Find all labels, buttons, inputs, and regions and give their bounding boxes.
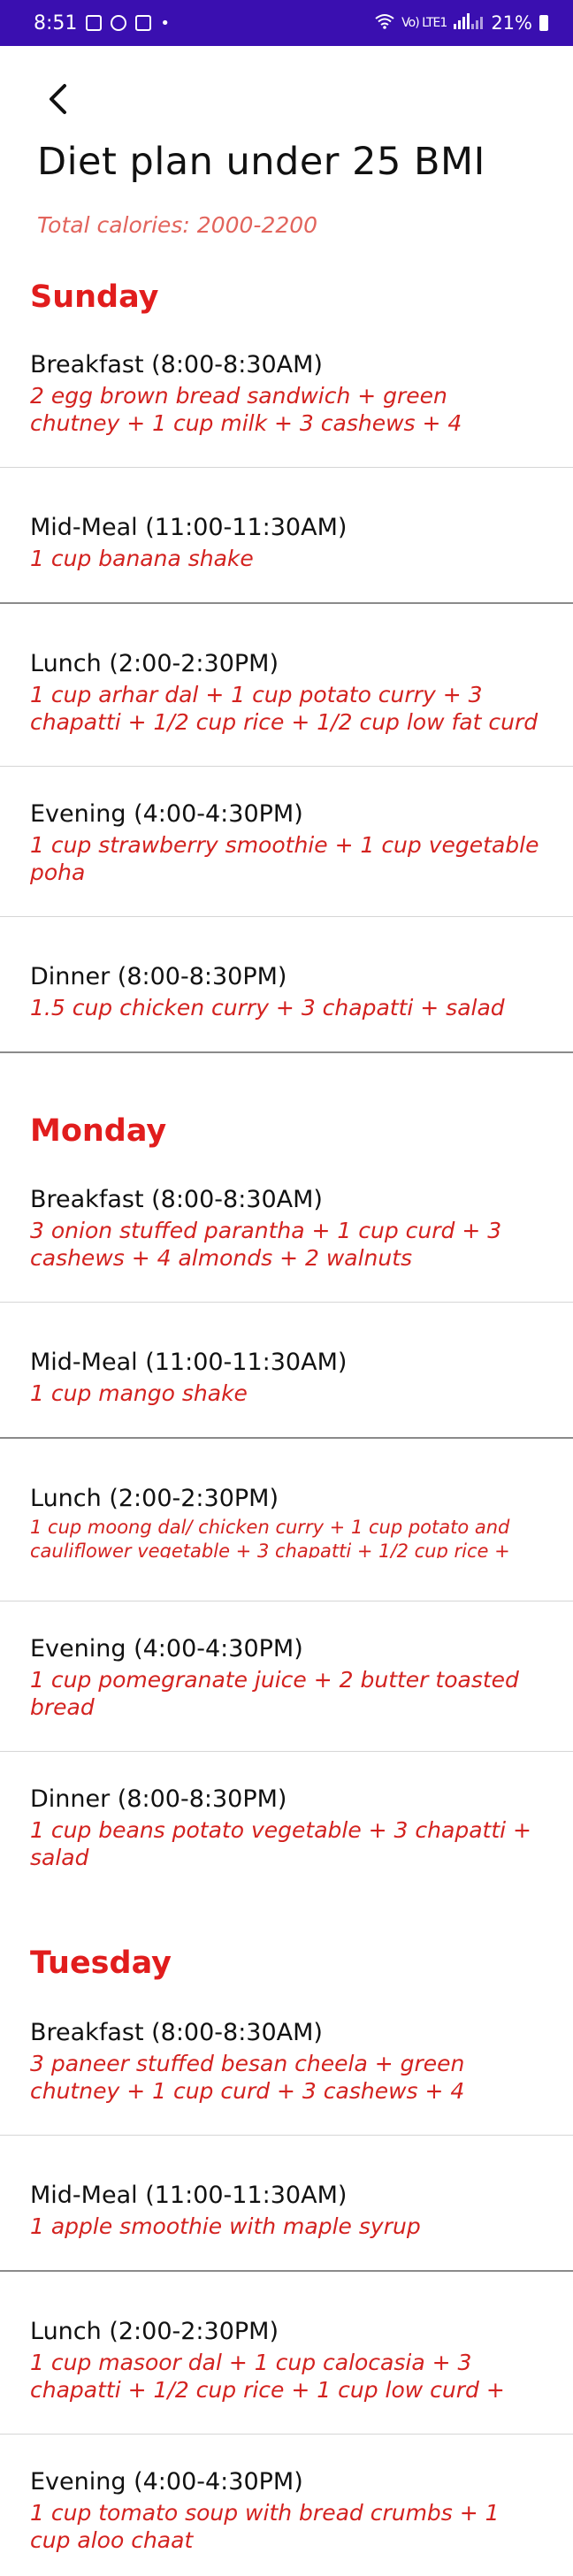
meal-title: Lunch (2:00-2:30PM) [30,650,279,677]
status-time: 8:51 [34,11,78,34]
divider [0,1051,573,1053]
instagram-icon [135,15,152,31]
meal-description: 1 cup arhar dal + 1 cup potato curry + 3… [30,682,539,735]
meal-title: Mid-Meal (11:00-11:30AM) [30,1349,348,1376]
meal-item[interactable]: Lunch (2:00-2:30PM) 1 cup moong dal/ chi… [0,1484,573,1558]
status-right: Vo) LTE1 21% [375,12,548,34]
meal-description: 1 cup banana shake [30,546,254,571]
meal-description: 1 cup pomegranate juice + 2 butter toast… [30,1667,519,1720]
divider [0,916,573,917]
meal-description: 1 cup masoor dal + 1 cup calocasia + 3 c… [30,2350,505,2403]
meal-item[interactable]: Lunch (2:00-2:30PM) 1 cup arhar dal + 1 … [0,649,573,736]
meal-item[interactable]: Mid-Meal (11:00-11:30AM) 1 cup banana sh… [0,513,573,572]
meal-item[interactable]: Breakfast (8:00-8:30AM) 3 onion stuffed … [0,1185,573,1272]
meal-description: 3 paneer stuffed besan cheela + green ch… [30,2051,465,2104]
meal-description: 1 cup beans potato vegetable + 3 chapatt… [30,1817,531,1870]
signal-icon [454,12,484,34]
page-title: Diet plan under 25 BMI [37,140,485,184]
meal-title: Lunch (2:00-2:30PM) [30,2318,279,2345]
meal-title: Lunch (2:00-2:30PM) [30,1485,279,1512]
meal-description: 1 cup strawberry smoothie + 1 cup vegeta… [30,832,539,885]
meal-title: Mid-Meal (11:00-11:30AM) [30,514,348,541]
divider [0,1437,573,1439]
divider [0,2270,573,2272]
status-bar: 8:51 • Vo) LTE1 21% [0,0,573,46]
notification-dot: • [160,13,171,33]
day-heading-sunday: Sunday [30,279,159,315]
divider [0,2135,573,2136]
meal-item[interactable]: Lunch (2:00-2:30PM) 1 cup masoor dal + 1… [0,2317,573,2404]
back-button[interactable] [42,81,74,117]
back-arrow-icon [50,84,66,114]
meal-item[interactable]: Breakfast (8:00-8:30AM) 2 egg brown brea… [0,350,573,437]
meal-title: Breakfast (8:00-8:30AM) [30,351,323,378]
divider [0,1302,573,1303]
meal-description: 2 egg brown bread sandwich + green chutn… [30,383,462,436]
meal-item[interactable]: Dinner (8:00-8:30PM) 1 cup beans potato … [0,1785,573,1871]
meal-item[interactable]: Dinner (8:00-8:30PM) 1.5 cup chicken cur… [0,962,573,1021]
messenger-icon [111,15,127,31]
meal-item[interactable]: Evening (4:00-4:30PM) 1 cup pomegranate … [0,1634,573,1721]
network-label: Vo) LTE1 [401,16,447,30]
meal-description: 1 cup mango shake [30,1380,248,1406]
divider [0,1751,573,1752]
meal-description: 1.5 cup chicken curry + 3 chapatti + sal… [30,995,505,1020]
day-heading-tuesday: Tuesday [30,1945,172,1981]
meal-title: Evening (4:00-4:30PM) [30,800,303,828]
meal-item[interactable]: Mid-Meal (11:00-11:30AM) 1 cup mango sha… [0,1348,573,1407]
meal-title: Evening (4:00-4:30PM) [30,2468,303,2496]
meal-description: 3 onion stuffed parantha + 1 cup curd + … [30,1218,502,1271]
divider [0,2434,573,2435]
meal-title: Dinner (8:00-8:30PM) [30,963,287,990]
meal-title: Breakfast (8:00-8:30AM) [30,1186,323,1213]
meal-title: Mid-Meal (11:00-11:30AM) [30,2182,348,2209]
meal-title: Breakfast (8:00-8:30AM) [30,2019,323,2046]
meal-item[interactable]: Breakfast (8:00-8:30AM) 3 paneer stuffed… [0,2018,573,2105]
wifi-icon [375,12,394,34]
divider [0,467,573,468]
divider [0,602,573,604]
meal-title: Evening (4:00-4:30PM) [30,1635,303,1663]
meal-description: 1 cup moong dal/ chicken curry + 1 cup p… [30,1517,510,1558]
meal-item[interactable]: Mid-Meal (11:00-11:30AM) 1 apple smoothi… [0,2181,573,2240]
divider [0,766,573,767]
meal-item[interactable]: Evening (4:00-4:30PM) 1 cup tomato soup … [0,2467,573,2554]
meal-item[interactable]: Evening (4:00-4:30PM) 1 cup strawberry s… [0,799,573,886]
day-heading-monday: Monday [30,1113,167,1149]
meal-description: 1 cup tomato soup with bread crumbs + 1 … [30,2500,500,2553]
battery-icon [539,15,548,31]
status-left: 8:51 • [34,12,170,34]
total-calories: Total calories: 2000-2200 [37,212,318,238]
battery-percent: 21% [491,12,532,34]
gallery-icon [86,15,103,31]
meal-title: Dinner (8:00-8:30PM) [30,1785,287,1813]
meal-description: 1 apple smoothie with maple syrup [30,2213,421,2239]
